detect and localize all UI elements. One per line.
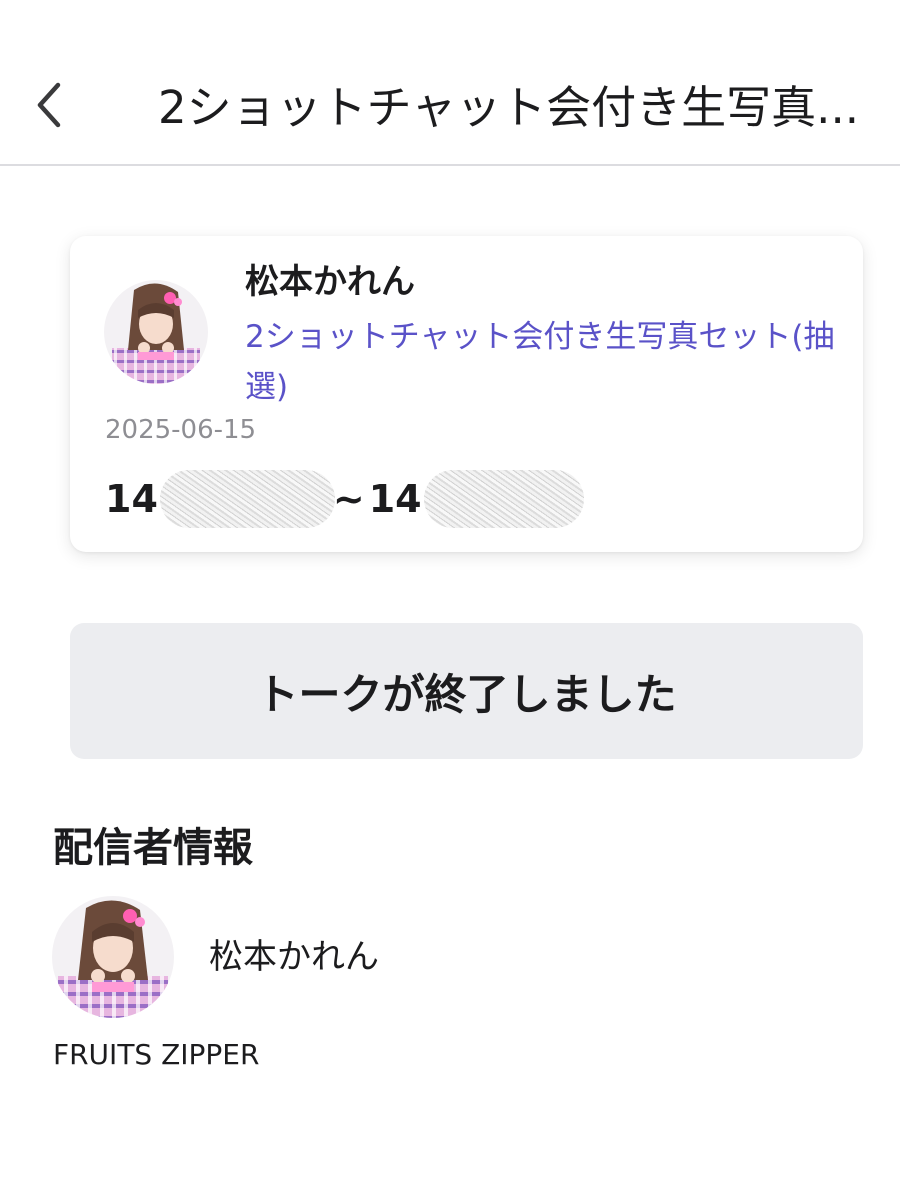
time-start: 14	[105, 477, 158, 521]
event-date: 2025-06-15	[105, 415, 257, 445]
app-header: 2ショットチャット会付き生写真...	[0, 0, 900, 166]
streamer-avatar[interactable]	[52, 896, 174, 1018]
product-title-link[interactable]: 2ショットチャット会付き生写真セット(抽選)	[245, 312, 845, 412]
chevron-left-icon	[37, 82, 61, 128]
streamer-group: FRUITS ZIPPER	[53, 1038, 260, 1071]
time-end: 14	[368, 477, 422, 521]
artist-avatar	[104, 280, 208, 384]
time-separator: ~	[332, 477, 365, 521]
streamer-info-heading: 配信者情報	[53, 825, 253, 871]
artist-name: 松本かれん	[245, 262, 415, 302]
page-title: 2ショットチャット会付き生写真...	[158, 81, 860, 134]
talk-ended-status: トークが終了しました	[70, 623, 863, 759]
event-time-range: 14 ~ 14	[105, 470, 584, 528]
back-button[interactable]	[18, 70, 82, 140]
redaction-mask	[423, 470, 584, 528]
redaction-mask	[159, 470, 335, 528]
event-card[interactable]: 松本かれん 2ショットチャット会付き生写真セット(抽選) 2025-06-15 …	[70, 236, 863, 552]
streamer-name[interactable]: 松本かれん	[209, 934, 379, 980]
